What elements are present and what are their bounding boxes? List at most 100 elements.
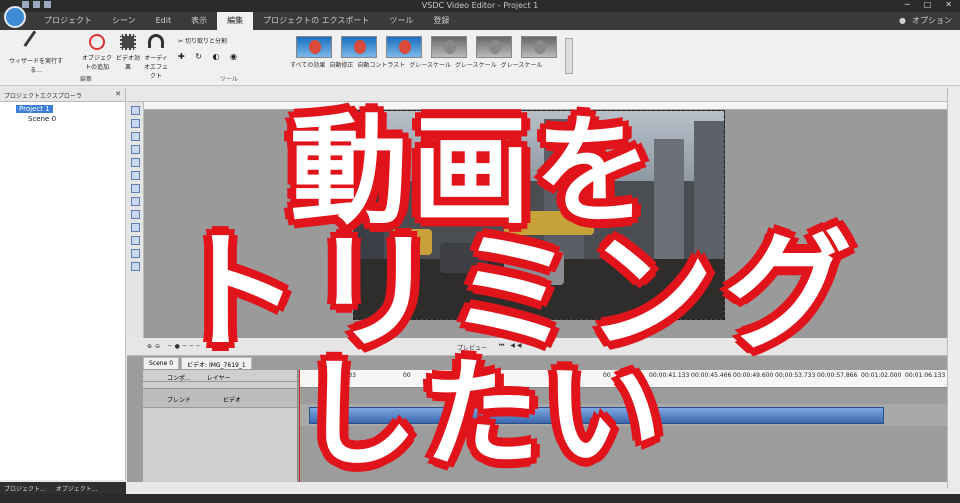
quick-style-5[interactable] [476, 36, 512, 58]
quick-style-scroll[interactable] [565, 38, 573, 74]
quick-style-label: すべての効果 [290, 62, 326, 69]
video-building [694, 121, 724, 281]
video-taxi [392, 229, 432, 255]
minimize-icon[interactable]: ─ [905, 0, 910, 9]
window-controls: ─ □ ✕ [905, 0, 952, 9]
video-track-header[interactable]: ブレンド ビデオ [143, 388, 297, 408]
music-icon[interactable] [130, 249, 140, 258]
cut-split-button[interactable]: ✂ 切り取りと分割 [178, 36, 248, 45]
time-tick: 41.133 [335, 372, 356, 379]
add-object-icon [89, 34, 105, 50]
rectangle-icon[interactable] [130, 158, 140, 167]
maximize-icon[interactable]: □ [924, 0, 932, 9]
audio-effect-button[interactable]: オーディオエフェクト [142, 34, 170, 80]
audio-effect-label: オーディオエフェクト [143, 55, 168, 80]
ribbon-tabs: プロジェクト シーン Edit 表示 編集 プロジェクトの エクスポート ツール… [0, 6, 960, 30]
tab-edit-en[interactable]: Edit [146, 12, 182, 30]
quick-style-2[interactable] [341, 36, 377, 58]
text-icon[interactable] [130, 197, 140, 206]
ellipse-icon[interactable] [130, 171, 140, 180]
playback-controls[interactable]: ⏮ ◀◀ [499, 342, 524, 350]
playhead[interactable] [299, 370, 300, 482]
rotate-icon[interactable]: ↻ [195, 52, 206, 61]
tree-item-scene[interactable]: Scene 0 [28, 115, 117, 123]
video-building [654, 139, 684, 269]
tab-video-clip[interactable]: ビデオ: IMG_7619_1 [181, 357, 252, 369]
wizard-button[interactable]: ウィザードを実行する... [4, 30, 68, 74]
object-toolbar [127, 102, 144, 338]
scissors-icon: ✂ [178, 38, 184, 45]
close-panel-icon[interactable]: ✕ [115, 90, 121, 98]
time-tick: 00:00:49.600 [733, 372, 774, 379]
track-header-columns: コンポ... レイヤー [143, 370, 297, 382]
tree-item-project[interactable]: Project 1 [16, 105, 53, 113]
zoom-controls[interactable]: ⊕⊖ ─●─── [147, 343, 203, 350]
quick-style-label: 自動コントラスト [357, 62, 406, 69]
timeline-tabs: Scene 0 ビデオ: IMG_7619_1 [143, 357, 254, 369]
blend-label: ブレンド [167, 397, 192, 404]
tab-project[interactable]: プロジェクト [34, 12, 102, 30]
crop-icon[interactable]: ✚ [178, 52, 189, 61]
headphones-icon [148, 34, 164, 48]
audio-object-icon[interactable] [130, 132, 140, 141]
project-explorer-header: プロジェクトエクスプローラ ✕ [0, 88, 125, 102]
video-effect-button[interactable]: ビデオ効果 [115, 34, 141, 71]
help-icon[interactable]: ● [899, 16, 906, 25]
tab-project-explorer[interactable]: プロジェクト... [4, 484, 46, 493]
time-ruler[interactable]: 41.133 00 00 00:00:41.133 00:00:45.466 0… [299, 370, 947, 388]
color-icon[interactable]: ◐ [213, 52, 224, 61]
close-icon[interactable]: ✕ [945, 0, 952, 9]
quick-style-label: グレースケール [454, 62, 497, 69]
tab-tools[interactable]: ツール [379, 12, 423, 30]
status-bar [0, 494, 960, 503]
time-tick: 00:00:41.133 [649, 372, 690, 379]
editor-ruler [144, 102, 947, 110]
animation-icon[interactable] [130, 262, 140, 271]
video-preview[interactable] [353, 110, 725, 320]
subtitle-icon[interactable] [130, 210, 140, 219]
edit-group-label: 編集 [80, 76, 93, 83]
app-logo[interactable] [4, 6, 26, 28]
add-object-label: オブジェクトの追加 [81, 55, 112, 71]
tab-edit[interactable]: 編集 [217, 12, 254, 30]
timeline-toolbar: ⊕⊖ ─●─── プレビュー ⏮ ◀◀ [127, 340, 947, 356]
tab-scene[interactable]: シーン [102, 12, 146, 30]
pointer-icon[interactable] [130, 106, 140, 115]
stabilize-icon[interactable]: ◉ [230, 52, 241, 61]
time-tick: 00 [603, 372, 611, 379]
quick-style-1[interactable] [296, 36, 332, 58]
time-tick: 00:00:45.466 [691, 372, 732, 379]
video-clip[interactable] [309, 407, 884, 424]
video-building [544, 119, 584, 269]
track-headers: コンポ... レイヤー ブレンド ビデオ [143, 370, 298, 482]
title-bar: VSDC Video Editor - Project 1 ─ □ ✕ [0, 0, 960, 12]
time-tick: 00:00:53.733 [775, 372, 816, 379]
sprite-icon[interactable] [130, 184, 140, 193]
options-label: オプション [912, 16, 952, 25]
film-icon [120, 34, 136, 50]
image-icon[interactable] [130, 236, 140, 245]
cut-split-label: 切り取りと分割 [184, 38, 227, 45]
video-object-icon[interactable] [130, 119, 140, 128]
quick-style-label: グレースケール [409, 62, 451, 69]
time-tick: 00:01:02.000 [861, 372, 902, 379]
quick-style-6[interactable] [521, 36, 557, 58]
tab-export[interactable]: プロジェクトの エクスポート [253, 12, 379, 30]
tab-view[interactable]: 表示 [181, 12, 217, 30]
video-bus [504, 211, 594, 235]
options-menu[interactable]: ● オプション [899, 15, 952, 26]
column-composition: コンポ... [167, 375, 191, 382]
line-icon[interactable] [130, 145, 140, 154]
quick-style-label: 自動修正 [329, 62, 354, 69]
ribbon: ウィザードを実行する... オブジェクトの追加 ビデオ効果 オーディオエフェクト… [0, 30, 960, 86]
chart-icon[interactable] [130, 223, 140, 232]
video-car [504, 251, 564, 285]
tab-scene-0[interactable]: Scene 0 [143, 357, 180, 369]
tab-register[interactable]: 登録 [423, 12, 459, 30]
quick-style-3[interactable] [386, 36, 422, 58]
video-track [299, 404, 947, 426]
preview-label[interactable]: プレビュー [457, 343, 487, 352]
add-object-button[interactable]: オブジェクトの追加 [80, 34, 114, 71]
quick-style-4[interactable] [431, 36, 467, 58]
tab-object-explorer[interactable]: オブジェクト... [56, 484, 98, 493]
